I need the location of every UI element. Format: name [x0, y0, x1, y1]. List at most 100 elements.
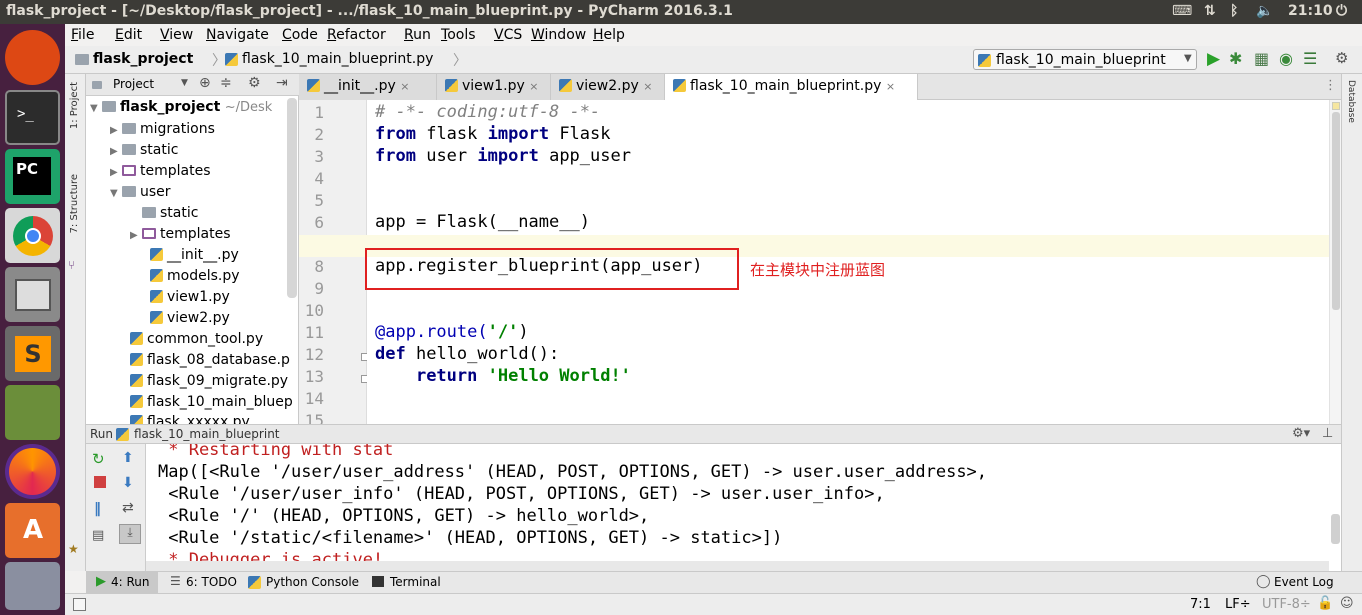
run-config-name[interactable]: flask_10_main_blueprint — [134, 427, 280, 441]
lock-icon[interactable]: 🔓 — [1317, 596, 1333, 611]
stop-icon[interactable] — [94, 476, 106, 488]
tree-item-user-templates[interactable]: ▶ templates — [130, 226, 231, 242]
editor-scrollbar[interactable] — [1329, 100, 1341, 424]
terminal-icon[interactable]: >_ — [5, 90, 60, 145]
tab-flask-10-main-blueprint[interactable]: flask_10_main_blueprint.py × — [665, 74, 918, 100]
run-config-dropdown[interactable]: flask_10_main_blueprint ▼ — [973, 49, 1197, 70]
chrome-icon[interactable] — [5, 208, 60, 263]
console-scrollbar-thumb[interactable] — [1331, 514, 1340, 544]
tree-item-common-tool[interactable]: common_tool.py — [130, 331, 263, 347]
ubuntu-dash-icon[interactable] — [5, 30, 60, 85]
gear-icon[interactable]: ⚙▾ — [1292, 426, 1310, 441]
volume-icon[interactable]: 🔈 — [1256, 3, 1273, 19]
tree-item-models[interactable]: models.py — [150, 268, 240, 284]
network-icon[interactable]: ⇅ — [1204, 3, 1216, 19]
books-icon[interactable] — [5, 385, 60, 440]
files-icon[interactable] — [5, 267, 60, 322]
tab-init[interactable]: __init__.py × — [299, 74, 437, 100]
close-icon[interactable]: × — [886, 80, 895, 93]
inspector-icon[interactable]: ☺ — [1340, 596, 1354, 611]
tree-item-flask-10[interactable]: flask_10_main_bluep — [130, 394, 293, 410]
settings-icon[interactable]: ⚙ — [1335, 49, 1348, 67]
caret-position[interactable]: 7:1 — [1190, 597, 1211, 612]
sublime-text-icon[interactable]: S — [5, 326, 60, 381]
tool-tab-todo[interactable]: ☰ 6: TODO — [168, 572, 238, 594]
menu-help[interactable]: Help — [593, 27, 625, 43]
tree-item-user[interactable]: ▼ user — [110, 184, 171, 200]
menu-file[interactable]: File — [71, 27, 94, 43]
debug-icon[interactable]: ✱ — [1229, 49, 1242, 68]
run-console[interactable]: * Restarting with stat Map([<Rule '/user… — [146, 444, 1341, 571]
database-tool-tab[interactable]: Database — [1346, 80, 1356, 123]
tree-item-migrations[interactable]: ▶ migrations — [110, 121, 215, 137]
tab-overflow-icon[interactable]: ⋮ — [1324, 78, 1337, 93]
tree-item-init[interactable]: __init__.py — [150, 247, 239, 263]
favorites-icon[interactable]: ★ — [68, 542, 79, 556]
rerun-icon[interactable]: ↻ — [92, 450, 105, 468]
menu-window[interactable]: Window — [531, 27, 586, 43]
tree-root[interactable]: ▼ flask_project ~/Desk — [90, 99, 272, 115]
concurrency-icon[interactable]: ☰ — [1303, 49, 1317, 68]
target-icon[interactable]: ⊕ — [199, 75, 211, 91]
arrow-up-icon[interactable]: ⬆ — [122, 450, 134, 466]
coverage-icon[interactable]: ▦ — [1254, 49, 1269, 68]
tool-tab-terminal[interactable]: Terminal — [370, 572, 450, 594]
tree-item-view1[interactable]: view1.py — [150, 289, 230, 305]
collapse-icon[interactable]: ≑ — [220, 75, 232, 91]
menu-vcs[interactable]: VCS — [494, 27, 522, 43]
tree-item-flask-08[interactable]: flask_08_database.p — [130, 352, 290, 368]
menu-tools[interactable]: Tools — [441, 27, 476, 43]
tab-view1[interactable]: view1.py × — [437, 74, 551, 100]
run-icon[interactable]: ▶ — [1207, 49, 1220, 69]
hide-icon[interactable]: ⊥ — [1322, 426, 1333, 441]
hide-icon[interactable]: ⇥ — [276, 75, 288, 91]
vcs-icon[interactable]: ⑂ — [68, 258, 75, 272]
code-editor[interactable]: # -*- coding:utf-8 -*- from flask import… — [299, 100, 1329, 424]
software-center-icon[interactable]: A — [5, 503, 60, 558]
layout-icon[interactable]: ▤ — [92, 528, 104, 543]
profile-icon[interactable]: ◉ — [1279, 49, 1293, 68]
scrollbar-thumb[interactable] — [1332, 112, 1340, 310]
menu-edit[interactable]: Edit — [115, 27, 142, 43]
pause-icon[interactable]: ‖ — [94, 501, 101, 517]
tree-item-flask-11[interactable]: flask_xxxxx.py — [130, 414, 250, 424]
menu-navigate[interactable]: Navigate — [206, 27, 269, 43]
tree-item-static[interactable]: ▶ static — [110, 142, 178, 158]
keyboard-icon[interactable]: ⌨ — [1172, 3, 1192, 19]
tree-item-flask-09[interactable]: flask_09_migrate.py — [130, 373, 288, 389]
tab-view2[interactable]: view2.py × — [551, 74, 665, 100]
close-icon[interactable]: × — [529, 80, 538, 93]
tool-tab-python-console[interactable]: Python Console — [246, 572, 361, 594]
breadcrumb-file[interactable]: flask_10_main_blueprint.py — [242, 51, 433, 67]
console-horizontal-scrollbar[interactable] — [146, 561, 1329, 571]
line-separator[interactable]: LF÷ — [1225, 597, 1251, 612]
breadcrumb-project[interactable]: flask_project — [93, 51, 193, 67]
close-icon[interactable]: × — [643, 80, 652, 93]
file-encoding[interactable]: UTF-8÷ — [1262, 597, 1311, 612]
firefox-icon[interactable] — [5, 444, 60, 499]
close-icon[interactable]: × — [400, 80, 409, 93]
menu-refactor[interactable]: Refactor — [327, 27, 386, 43]
power-icon[interactable]: ⏻ — [1336, 3, 1347, 19]
menu-code[interactable]: Code — [282, 27, 318, 43]
menu-run[interactable]: Run — [404, 27, 431, 43]
pycharm-icon[interactable]: PC — [5, 149, 60, 204]
clock[interactable]: 21:10 — [1288, 3, 1333, 19]
scroll-to-end-icon[interactable]: ⤓ — [119, 524, 141, 544]
arrow-down-icon[interactable]: ⬇ — [122, 475, 134, 491]
project-scrollbar[interactable] — [287, 98, 297, 298]
tool-tab-run[interactable]: ▶ 4: Run — [86, 572, 158, 594]
menu-view[interactable]: View — [160, 27, 193, 43]
gear-icon[interactable]: ⚙ — [248, 75, 261, 91]
tree-item-user-static[interactable]: static — [130, 205, 198, 221]
tool-windows-icon[interactable] — [73, 598, 86, 611]
chevron-down-icon[interactable]: ▼ — [181, 78, 188, 88]
trash-icon[interactable] — [5, 562, 60, 610]
tree-item-templates[interactable]: ▶ templates — [110, 163, 211, 179]
project-view-dropdown[interactable]: Project — [113, 77, 154, 91]
project-tool-tab[interactable]: 1: Project — [69, 82, 80, 129]
bluetooth-icon[interactable]: ᛒ — [1230, 3, 1238, 19]
structure-tool-tab[interactable]: 7: Structure — [69, 174, 80, 233]
soft-wrap-icon[interactable]: ⇄ — [122, 500, 134, 516]
tool-tab-event-log[interactable]: ◯ Event Log — [1254, 572, 1344, 594]
